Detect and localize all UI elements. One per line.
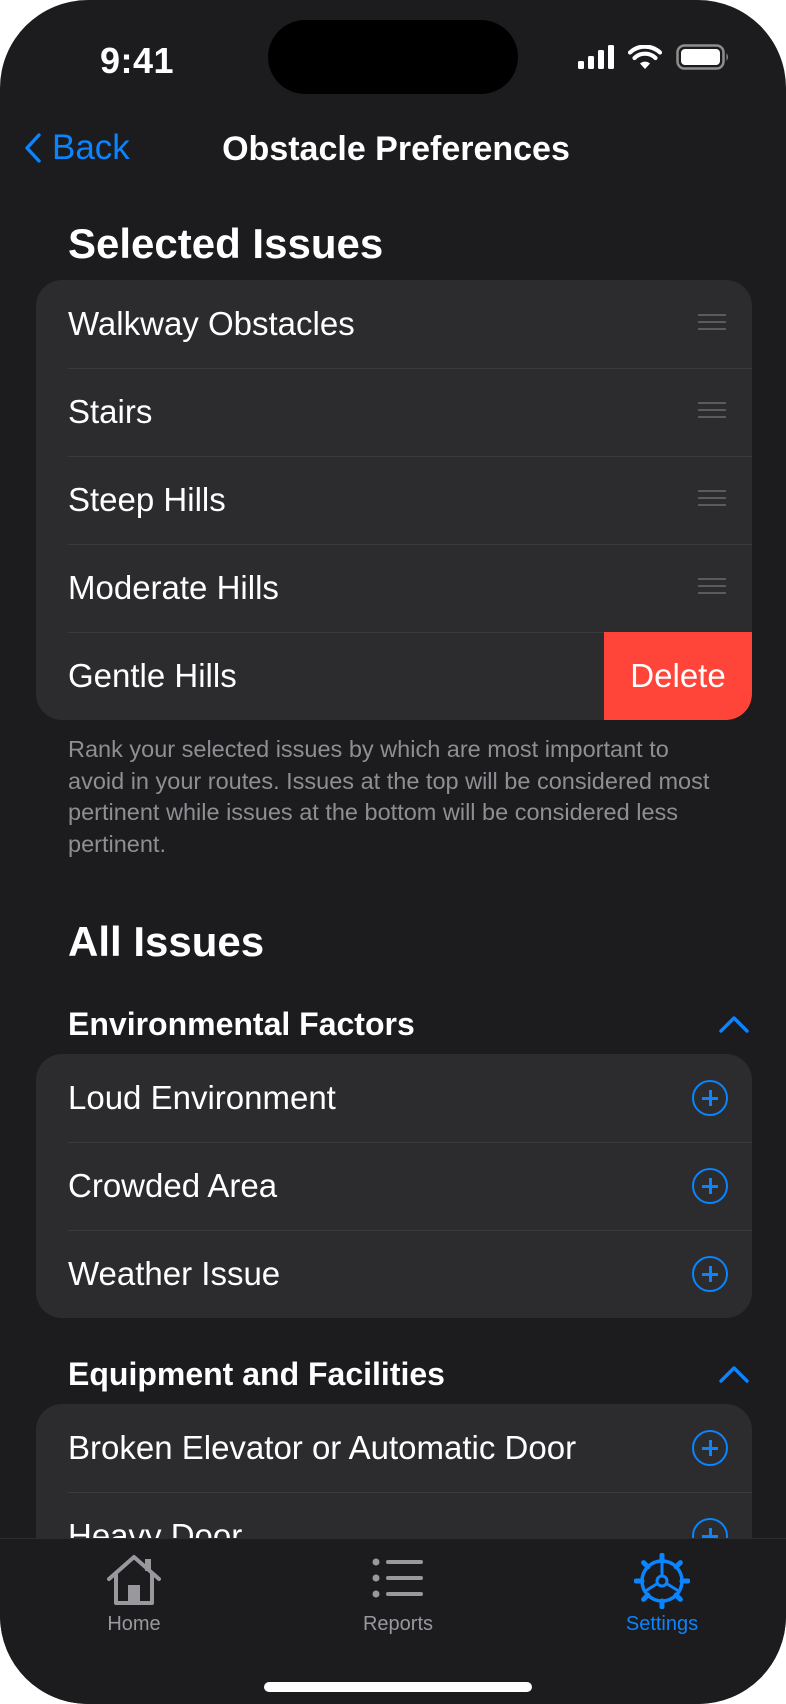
list-item[interactable]: Stairs (36, 368, 752, 456)
group-header-equipment[interactable]: Equipment and Facilities (68, 1356, 750, 1393)
item-label: Gentle Hills (68, 657, 237, 694)
chevron-up-icon[interactable] (718, 1014, 750, 1034)
item-label: Crowded Area (68, 1167, 278, 1204)
add-circle-icon[interactable] (692, 1168, 728, 1204)
battery-icon (676, 44, 728, 70)
gear-icon (634, 1553, 690, 1609)
status-time: 9:41 (100, 40, 175, 81)
add-circle-icon[interactable] (692, 1518, 728, 1538)
page-title: Obstacle Preferences (222, 130, 570, 168)
group-header-environmental[interactable]: Environmental Factors (68, 1006, 750, 1043)
tab-home[interactable]: Home (54, 1539, 214, 1636)
tab-label: Home (107, 1613, 161, 1635)
add-circle-icon[interactable] (692, 1080, 728, 1116)
item-label: Loud Environment (68, 1079, 336, 1116)
list-item: Weather Issue (36, 1230, 752, 1318)
wifi-icon (628, 44, 662, 69)
list-item[interactable]: Steep Hills (36, 456, 752, 544)
drag-handle-icon[interactable] (698, 314, 726, 335)
item-label: Walkway Obstacles (68, 305, 355, 342)
chevron-up-icon[interactable] (718, 1364, 750, 1384)
environmental-issues-list: Loud Environment Crowded Area Weather Is… (36, 1054, 752, 1318)
add-circle-icon[interactable] (692, 1430, 728, 1466)
item-label: Weather Issue (68, 1255, 281, 1292)
status-icons (578, 44, 730, 70)
phone-screen: 9:41 Back Obstacle Preferences Selected … (0, 0, 786, 1704)
list-item: Loud Environment (36, 1054, 752, 1142)
item-label: Heavy Door (68, 1517, 243, 1538)
item-label: Steep Hills (68, 481, 226, 518)
drag-handle-icon[interactable] (698, 578, 726, 599)
house-icon (107, 1555, 161, 1605)
list-item: Heavy Door (36, 1492, 752, 1538)
list-item: Broken Elevator or Automatic Door (36, 1404, 752, 1492)
navigation-bar: Back Obstacle Preferences (0, 120, 786, 180)
tab-settings[interactable]: Settings (582, 1539, 742, 1636)
home-indicator[interactable] (264, 1682, 532, 1692)
add-circle-icon[interactable] (692, 1256, 728, 1292)
list-item: Crowded Area (36, 1142, 752, 1230)
drag-handle-icon[interactable] (698, 490, 726, 511)
cellular-signal-icon (578, 45, 614, 69)
tab-label: Reports (362, 1613, 434, 1635)
list-item[interactable]: Moderate Hills (36, 544, 752, 632)
group-title: Environmental Factors (68, 1006, 415, 1042)
selected-issues-title: Selected Issues (68, 220, 384, 267)
tab-reports[interactable]: Reports (318, 1539, 478, 1636)
list-item[interactable]: Gentle Hills Delete (36, 632, 752, 720)
dynamic-island (268, 20, 518, 94)
selected-issues-footnote: Rank your selected issues by which are m… (68, 736, 710, 857)
item-label: Stairs (68, 393, 153, 430)
group-title: Equipment and Facilities (68, 1356, 445, 1392)
item-label: Broken Elevator or Automatic Door (68, 1429, 577, 1466)
list-icon (372, 1558, 423, 1598)
tab-bar: Home Reports Settings (0, 1538, 786, 1704)
drag-handle-icon[interactable] (698, 402, 726, 423)
list-item[interactable]: Walkway Obstacles (36, 280, 752, 368)
delete-button[interactable]: Delete (604, 632, 752, 720)
equipment-issues-list: Broken Elevator or Automatic Door Heavy … (36, 1404, 752, 1538)
tab-label: Settings (625, 1613, 699, 1635)
all-issues-title: All Issues (68, 918, 265, 965)
selected-issues-list: Walkway Obstacles Stairs Steep Hills Mod… (36, 280, 752, 720)
item-label: Moderate Hills (68, 569, 279, 606)
